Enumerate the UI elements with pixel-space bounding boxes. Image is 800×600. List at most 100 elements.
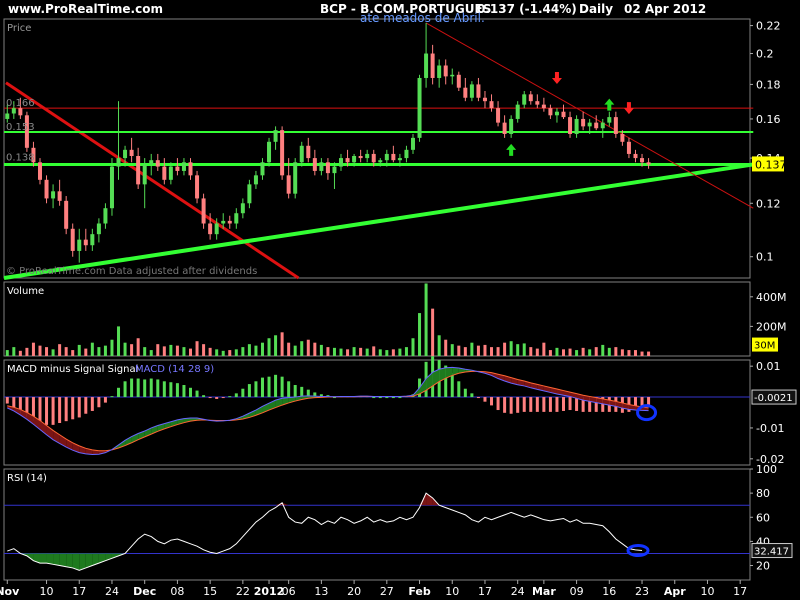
candle-body	[162, 166, 167, 180]
macd-histogram-bar	[136, 378, 140, 398]
rsi-oversold-fill	[39, 553, 47, 564]
volume-bar	[189, 348, 192, 356]
candle-body	[96, 223, 101, 235]
y-tick-label: 60	[756, 511, 770, 524]
volume-bar	[84, 348, 88, 356]
macd-histogram-bar	[391, 397, 395, 399]
volume-bar	[633, 350, 637, 356]
macd-histogram-bar	[522, 397, 526, 412]
volume-bar	[607, 347, 611, 356]
level-label: 0.138	[6, 152, 35, 163]
macd-histogram-bar	[71, 397, 75, 420]
rsi-oversold-fill	[53, 553, 60, 566]
candle-body	[430, 53, 435, 78]
candle-body	[568, 117, 573, 134]
x-tick-label: 10	[40, 585, 54, 598]
volume-bar	[110, 339, 114, 356]
candle-body	[587, 122, 592, 127]
x-tick-label: 24	[105, 585, 119, 598]
macd-histogram-bar	[568, 397, 572, 411]
volume-bar	[156, 344, 160, 356]
level-label: 0.166	[6, 98, 35, 109]
macd-histogram-bar	[77, 397, 81, 418]
volume-bar	[31, 342, 35, 356]
candle-body	[129, 149, 134, 157]
macd-histogram-bar	[228, 396, 232, 398]
candle-body	[195, 175, 200, 199]
candle-body	[352, 156, 357, 163]
candle-body	[77, 239, 82, 251]
macd-histogram-bar	[300, 386, 304, 398]
macd-histogram-bar	[647, 397, 651, 406]
x-tick-label: 24	[511, 585, 525, 598]
volume-bar	[215, 349, 219, 356]
volume-bar	[470, 342, 474, 356]
macd-line	[7, 366, 649, 456]
macd-histogram-bar	[149, 378, 153, 398]
candle-body	[515, 104, 520, 119]
volume-bar	[588, 349, 592, 356]
candle-body	[365, 153, 370, 159]
candle-body	[175, 166, 180, 171]
volume-bar	[555, 347, 559, 356]
candle-body	[528, 94, 533, 102]
candle-body	[607, 117, 612, 123]
candle-body	[384, 153, 389, 161]
x-tick-label: 08	[170, 585, 184, 598]
volume-bar	[143, 347, 147, 356]
candle-body	[267, 141, 272, 163]
volume-bar	[516, 344, 520, 356]
candle-body	[404, 149, 409, 159]
x-tick-label: Apr	[664, 585, 686, 598]
stock-chart[interactable]: Price ate meados de Abril. 0.166 0.153 0.138…	[0, 0, 800, 600]
candle-body	[188, 162, 193, 176]
candle-body	[496, 108, 501, 123]
macd-histogram-bar	[110, 396, 114, 398]
macd-histogram-bar	[470, 393, 474, 398]
volume-bar	[503, 342, 507, 356]
volume-bar	[162, 346, 166, 356]
volume-bar	[247, 344, 251, 356]
volume-bar	[601, 344, 605, 356]
candle-body	[358, 156, 363, 159]
signal-arrow-icon	[604, 98, 615, 111]
volume-bar	[346, 349, 350, 356]
macd-histogram-bar	[162, 381, 166, 398]
volume-bar	[444, 339, 448, 356]
volume-bar	[25, 347, 29, 356]
volume-bar	[130, 344, 134, 356]
macd-histogram-bar	[97, 397, 101, 408]
candle-body	[410, 137, 415, 150]
candle-body	[208, 223, 213, 235]
candle-body	[437, 65, 442, 78]
volume-bar	[182, 347, 186, 356]
x-tick-label: 17	[733, 585, 747, 598]
volume-bar	[18, 350, 22, 356]
x-tick-label: Mar	[532, 585, 556, 598]
macd-histogram-bar	[483, 397, 487, 402]
macd-histogram-bar	[90, 397, 94, 411]
volume-bar	[287, 342, 291, 356]
x-tick-label: 17	[72, 585, 86, 598]
macd-histogram-bar	[202, 395, 206, 398]
volume-bar	[535, 348, 539, 356]
candle-body	[581, 118, 586, 127]
macd-histogram-bar	[267, 376, 271, 398]
current-price-label: 0.137	[755, 158, 787, 171]
macd-current-label: -0.0021	[754, 393, 793, 404]
macd-histogram-bar	[103, 397, 107, 403]
volume-bar	[326, 347, 330, 356]
macd-histogram-bar	[503, 397, 507, 413]
watermark: © ProRealTime.com Data adjusted after di…	[6, 266, 257, 277]
candle-body	[227, 220, 232, 224]
volume-panel-title: Volume	[7, 286, 44, 297]
candle-body	[489, 101, 494, 109]
volume-bar	[175, 345, 179, 356]
macd-histogram-bar	[476, 397, 480, 399]
candle-body	[51, 191, 56, 199]
rsi-oversold-fill	[59, 553, 67, 567]
volume-bar	[359, 347, 363, 356]
volume-bar	[575, 350, 579, 356]
candle-body	[168, 166, 173, 180]
macd-histogram-bar	[169, 382, 173, 398]
